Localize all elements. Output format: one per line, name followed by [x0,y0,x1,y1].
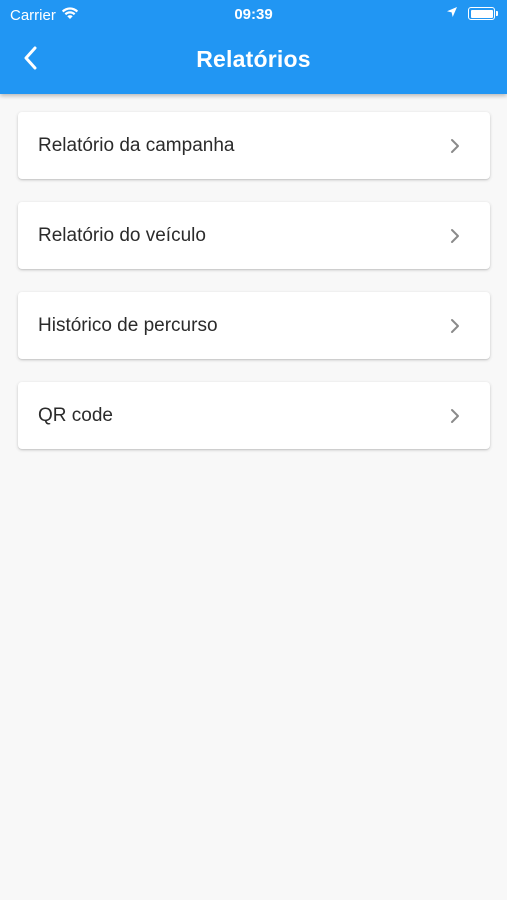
menu-item-label: Relatório da campanha [38,134,235,156]
battery-icon [468,7,498,20]
location-arrow-icon [446,5,458,22]
status-bar: Carrier 09:39 [0,0,507,28]
menu-item-vehicle-report[interactable]: Relatório do veículo [18,202,490,269]
page-title: Relatórios [196,46,311,72]
chevron-right-icon [450,407,464,425]
menu-item-campaign-report[interactable]: Relatório da campanha [18,112,490,179]
menu-item-qr-code[interactable]: QR code [18,382,490,449]
chevron-right-icon [450,317,464,335]
app-bar: Carrier 09:39 Relatórios [0,0,507,94]
chevron-right-icon [450,227,464,245]
status-time: 09:39 [234,6,273,23]
menu-item-label: QR code [38,404,113,426]
menu-item-route-history[interactable]: Histórico de percurso [18,292,490,359]
menu-item-label: Histórico de percurso [38,314,218,336]
reports-menu: Relatório da campanha Relatório do veícu… [18,112,490,472]
status-indicators [446,5,498,22]
menu-item-label: Relatório do veículo [38,224,206,246]
chevron-right-icon [450,137,464,155]
